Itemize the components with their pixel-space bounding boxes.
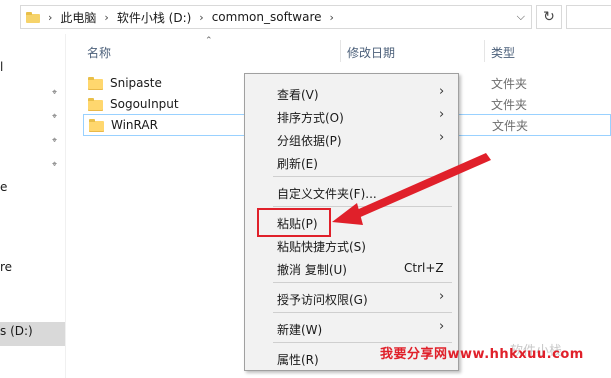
pin-icon[interactable]: ⌖ [52, 88, 62, 98]
sort-caret-icon: ⌃ [205, 36, 213, 46]
chevron-right-icon[interactable]: › [104, 11, 108, 24]
pin-icon[interactable]: ⌖ [52, 112, 62, 122]
menu-item-label: 自定义文件夹(F)... [277, 187, 377, 201]
file-type: 文件夹 [491, 76, 528, 91]
column-divider[interactable] [484, 40, 485, 62]
menu-item-label: 分组依据(P) [277, 134, 342, 148]
folder-icon [89, 118, 105, 132]
chevron-right-icon: › [439, 319, 445, 334]
breadcrumb-this-pc[interactable]: 此电脑 [60, 9, 96, 26]
nav-item-fragment[interactable]: re [0, 260, 12, 274]
menu-item-give-access[interactable]: 授予访问权限(G) › [245, 287, 458, 309]
file-name: WinRAR [111, 118, 158, 132]
chevron-right-icon: › [439, 289, 445, 304]
nav-item-fragment[interactable]: e [0, 180, 7, 194]
address-bar[interactable]: › 此电脑 › 软件小栈 (D:) › common_software › ⌵ [20, 5, 532, 29]
context-menu: 查看(V) › 排序方式(O) › 分组依据(P) › 刷新(E) 自定义文件夹… [244, 73, 459, 371]
menu-separator [273, 282, 452, 283]
file-type: 文件夹 [492, 118, 529, 133]
pin-icon[interactable]: ⌖ [52, 160, 62, 170]
file-name: SogouInput [110, 97, 179, 111]
search-input[interactable] [566, 5, 611, 29]
column-header-type[interactable]: 类型 [491, 44, 515, 61]
file-name: Snipaste [110, 76, 162, 90]
menu-item-undo-copy[interactable]: 撤消 复制(U) Ctrl+Z [245, 257, 458, 279]
menu-item-paste-shortcut[interactable]: 粘贴快捷方式(S) [245, 234, 458, 256]
menu-item-new[interactable]: 新建(W) › [245, 317, 458, 339]
file-type: 文件夹 [491, 97, 528, 112]
chevron-right-icon: › [439, 130, 445, 145]
column-divider[interactable] [340, 40, 341, 62]
menu-separator [273, 206, 452, 207]
nav-item-drive[interactable]: s (D:) [0, 324, 33, 338]
breadcrumb-folder[interactable]: common_software [212, 10, 322, 24]
menu-item-label: 粘贴快捷方式(S) [277, 240, 366, 254]
column-header-name[interactable]: 名称 [87, 44, 111, 61]
menu-item-group-by[interactable]: 分组依据(P) › [245, 128, 458, 150]
chevron-right-icon: › [439, 107, 445, 122]
folder-icon [88, 76, 104, 90]
navigation-pane: l ⌖ ⌖ ⌖ ⌖ e re s (D:) [0, 34, 66, 378]
chevron-right-icon: › [439, 84, 445, 99]
refresh-icon: ↻ [543, 9, 555, 25]
menu-item-label: 属性(R) [277, 353, 319, 367]
chevron-down-icon[interactable]: ⌵ [517, 10, 525, 24]
address-row: › 此电脑 › 软件小栈 (D:) › common_software › ⌵ … [0, 0, 611, 34]
column-header-modified[interactable]: 修改日期 [347, 44, 395, 61]
paste-highlight-box [257, 208, 331, 237]
chevron-right-icon[interactable]: › [330, 11, 334, 24]
menu-item-label: 撤消 复制(U) [277, 263, 347, 277]
folder-icon [88, 97, 104, 111]
refresh-button[interactable]: ↻ [536, 5, 562, 29]
menu-separator [273, 312, 452, 313]
folder-icon [26, 11, 40, 23]
menu-item-label: 排序方式(O) [277, 111, 344, 125]
menu-item-label: 授予访问权限(G) [277, 293, 368, 307]
menu-item-refresh[interactable]: 刷新(E) [245, 151, 458, 173]
watermark: 我要分享网www.hhkxuu.com [380, 347, 584, 362]
breadcrumb-drive[interactable]: 软件小栈 (D:) [117, 9, 191, 26]
menu-item-label: 新建(W) [277, 323, 323, 337]
menu-item-shortcut: Ctrl+Z [404, 261, 444, 275]
menu-item-sort-by[interactable]: 排序方式(O) › [245, 105, 458, 127]
menu-item-label: 查看(V) [277, 88, 319, 102]
pin-icon[interactable]: ⌖ [52, 136, 62, 146]
menu-item-label: 刷新(E) [277, 157, 318, 171]
menu-separator [273, 176, 452, 177]
menu-item-customize-folder[interactable]: 自定义文件夹(F)... [245, 181, 458, 203]
menu-item-view[interactable]: 查看(V) › [245, 82, 458, 104]
nav-item-fragment[interactable]: l [0, 60, 3, 74]
chevron-right-icon[interactable]: › [48, 11, 52, 24]
chevron-right-icon[interactable]: › [199, 11, 203, 24]
